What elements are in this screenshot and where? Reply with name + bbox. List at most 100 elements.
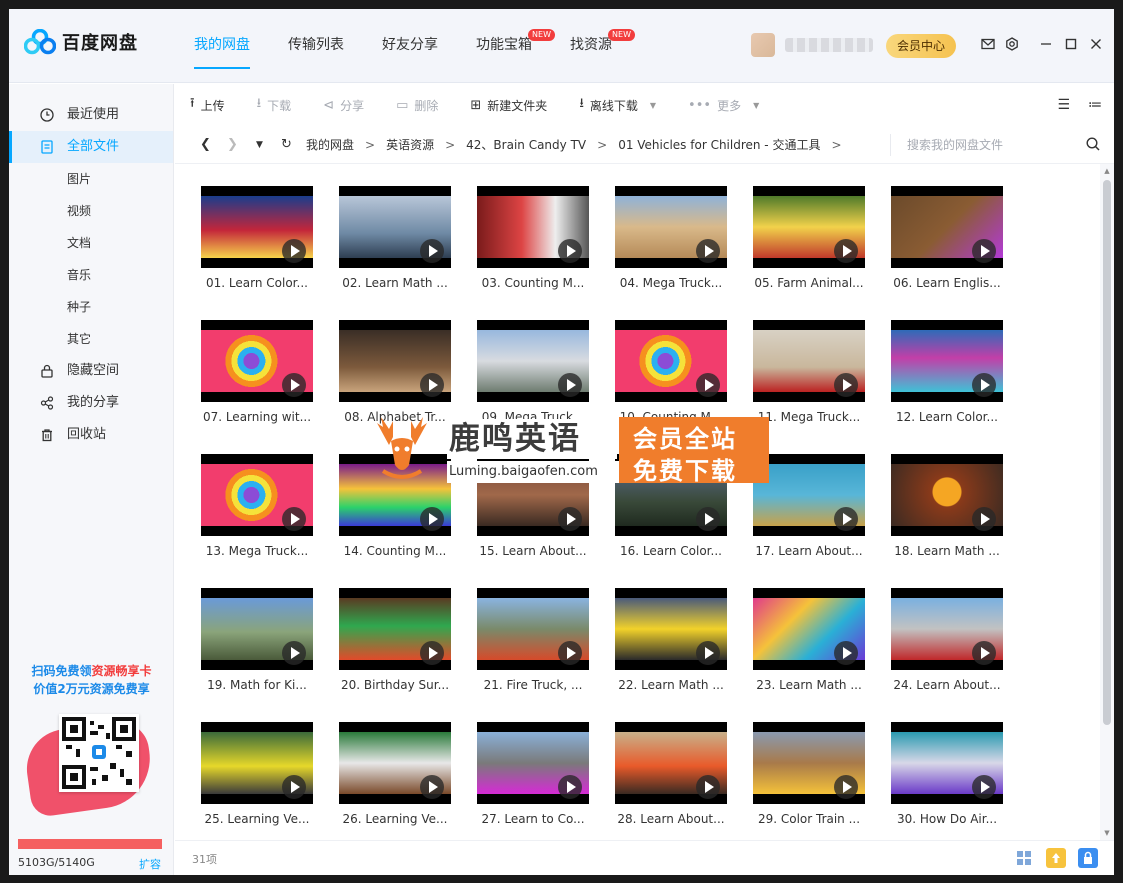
expand-storage-link[interactable]: 扩容 <box>139 856 161 872</box>
play-icon[interactable] <box>696 239 720 263</box>
play-icon[interactable] <box>558 373 582 397</box>
back-arrow-icon[interactable]: ❮ <box>192 137 219 152</box>
file-item[interactable]: 28. Learn About... <box>615 722 727 826</box>
file-item[interactable]: 29. Color Train ... <box>753 722 865 826</box>
search-input[interactable] <box>907 136 1067 154</box>
tab-find-resources[interactable]: 找资源 NEW <box>551 9 635 83</box>
file-item[interactable]: 13. Mega Truck... <box>201 454 313 558</box>
list-view-icon[interactable]: ≔ <box>1088 97 1102 113</box>
new-folder-button[interactable]: ⊞ 新建文件夹 <box>454 84 563 126</box>
file-item[interactable]: 07. Learning wit... <box>201 320 313 424</box>
file-item[interactable]: 06. Learn Englis... <box>891 186 1003 290</box>
sidebar-item-recycle-bin[interactable]: 回收站 <box>9 419 173 451</box>
play-icon[interactable] <box>972 775 996 799</box>
file-item[interactable]: 09. Mega Truck... <box>477 320 589 424</box>
play-icon[interactable] <box>696 641 720 665</box>
play-icon[interactable] <box>282 507 306 531</box>
file-item[interactable]: 11. Mega Truck... <box>753 320 865 424</box>
vertical-scrollbar[interactable]: ▲ ▼ <box>1100 164 1114 840</box>
play-icon[interactable] <box>558 641 582 665</box>
minimize-icon[interactable] <box>1038 36 1054 52</box>
search-icon[interactable] <box>1085 136 1101 152</box>
file-item[interactable]: 01. Learn Color... <box>201 186 313 290</box>
settings-gear-icon[interactable] <box>1004 36 1020 52</box>
scroll-down-icon[interactable]: ▼ <box>1103 829 1111 837</box>
file-item[interactable]: 27. Learn to Co... <box>477 722 589 826</box>
promo-banner[interactable]: 扫码免费领资源畅享卡 价值2万元资源免费享 <box>9 662 174 819</box>
file-item[interactable]: 20. Birthday Sur... <box>339 588 451 692</box>
refresh-icon[interactable]: ↻ <box>273 137 300 152</box>
sidebar-subitem-documents[interactable]: 文档 <box>9 227 173 259</box>
file-item[interactable]: 08. Alphabet Tr... <box>339 320 451 424</box>
file-item[interactable]: 25. Learning Ve... <box>201 722 313 826</box>
play-icon[interactable] <box>558 507 582 531</box>
play-icon[interactable] <box>558 239 582 263</box>
forward-arrow-icon[interactable]: ❯ <box>219 137 246 152</box>
sidebar-item-my-share[interactable]: 我的分享 <box>9 387 173 419</box>
file-item[interactable]: 05. Farm Animal... <box>753 186 865 290</box>
file-item[interactable]: 12. Learn Color... <box>891 320 1003 424</box>
play-icon[interactable] <box>972 507 996 531</box>
scroll-thumb[interactable] <box>1103 180 1111 725</box>
sidebar-subitem-images[interactable]: 图片 <box>9 163 173 195</box>
sidebar-subitem-videos[interactable]: 视频 <box>9 195 173 227</box>
sidebar-subitem-torrents[interactable]: 种子 <box>9 291 173 323</box>
breadcrumb-item[interactable]: 英语资源 <box>386 136 434 153</box>
play-icon[interactable] <box>834 239 858 263</box>
play-icon[interactable] <box>834 641 858 665</box>
play-icon[interactable] <box>420 239 444 263</box>
avatar[interactable] <box>751 33 775 57</box>
file-item[interactable]: 22. Learn Math ... <box>615 588 727 692</box>
play-icon[interactable] <box>696 373 720 397</box>
play-icon[interactable] <box>558 775 582 799</box>
sidebar-subitem-music[interactable]: 音乐 <box>9 259 173 291</box>
sidebar-item-hidden-space[interactable]: 隐藏空间 <box>9 355 173 387</box>
file-item[interactable]: 26. Learning Ve... <box>339 722 451 826</box>
play-icon[interactable] <box>696 507 720 531</box>
play-icon[interactable] <box>420 641 444 665</box>
file-item[interactable]: 21. Fire Truck, ... <box>477 588 589 692</box>
file-item[interactable]: 24. Learn About... <box>891 588 1003 692</box>
play-icon[interactable] <box>282 373 306 397</box>
scroll-up-icon[interactable]: ▲ <box>1103 167 1111 175</box>
maximize-icon[interactable] <box>1063 36 1079 52</box>
sidebar-item-all-files[interactable]: 全部文件 <box>9 131 173 163</box>
breadcrumb-item[interactable]: 我的网盘 <box>306 136 354 153</box>
file-item[interactable]: 23. Learn Math ... <box>753 588 865 692</box>
tab-transfer-list[interactable]: 传输列表 <box>269 9 363 83</box>
vip-center-button[interactable]: 会员中心 <box>886 34 956 58</box>
file-item[interactable]: 18. Learn Math ... <box>891 454 1003 558</box>
tab-my-netdisk[interactable]: 我的网盘 <box>194 9 269 83</box>
sidebar-item-recent[interactable]: 最近使用 <box>9 99 173 131</box>
more-button[interactable]: ••• 更多 ▼ <box>672 84 775 126</box>
delete-button[interactable]: ▭ 删除 <box>380 84 454 126</box>
offline-download-button[interactable]: ⭳ 离线下载 ▼ <box>563 84 672 126</box>
file-item[interactable]: 02. Learn Math ... <box>339 186 451 290</box>
mail-icon[interactable] <box>980 36 996 52</box>
sidebar-subitem-other[interactable]: 其它 <box>9 323 173 355</box>
play-icon[interactable] <box>282 775 306 799</box>
file-item[interactable]: 30. How Do Air... <box>891 722 1003 826</box>
play-icon[interactable] <box>420 775 444 799</box>
tab-toolbox[interactable]: 功能宝箱 NEW <box>457 9 555 83</box>
lock-icon[interactable] <box>1078 848 1098 868</box>
upload-button[interactable]: ⭱ 上传 <box>175 84 241 126</box>
play-icon[interactable] <box>834 775 858 799</box>
play-icon[interactable] <box>282 239 306 263</box>
breadcrumb-item[interactable]: 42、Brain Candy TV <box>466 136 586 153</box>
play-icon[interactable] <box>696 775 720 799</box>
sort-icon[interactable]: ☰ <box>1057 97 1070 113</box>
file-item[interactable]: 19. Math for Ki... <box>201 588 313 692</box>
file-item[interactable]: 10. Counting M... <box>615 320 727 424</box>
play-icon[interactable] <box>282 641 306 665</box>
file-item[interactable]: 03. Counting M... <box>477 186 589 290</box>
grid-apps-icon[interactable] <box>1014 848 1034 868</box>
play-icon[interactable] <box>420 373 444 397</box>
download-button[interactable]: ⭳ 下载 <box>241 84 308 126</box>
tab-friend-share[interactable]: 好友分享 <box>363 9 457 83</box>
file-item[interactable]: 17. Learn About... <box>753 454 865 558</box>
close-icon[interactable] <box>1088 36 1104 52</box>
play-icon[interactable] <box>420 507 444 531</box>
user-area[interactable] <box>751 33 873 57</box>
share-button[interactable]: ⊲ 分享 <box>307 84 380 126</box>
